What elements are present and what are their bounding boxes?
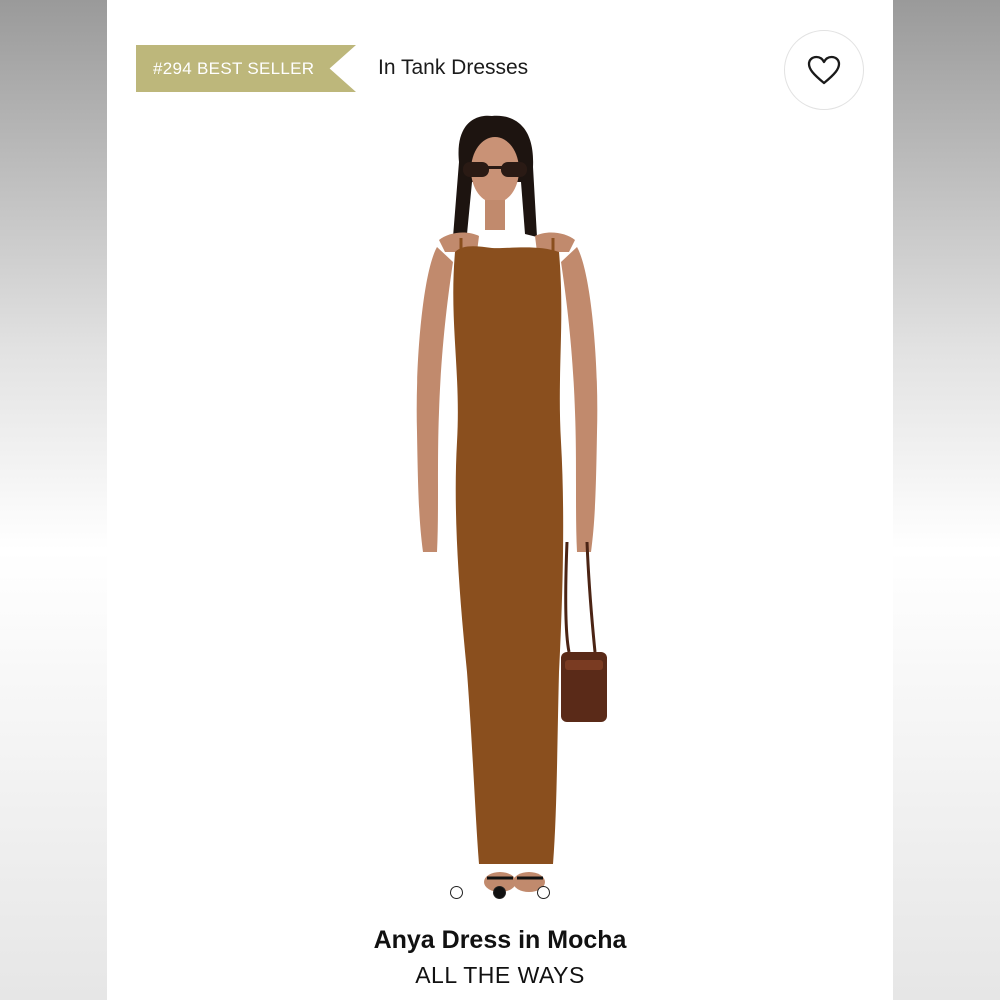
carousel-dot-active[interactable] xyxy=(493,886,506,899)
best-seller-label: #294 BEST SELLER xyxy=(153,58,315,78)
favorite-button[interactable] xyxy=(784,30,864,110)
category-link[interactable]: In Tank Dresses xyxy=(378,56,528,80)
product-title[interactable]: Anya Dress in Mocha xyxy=(107,926,893,955)
carousel-dot[interactable] xyxy=(450,886,463,899)
carousel-dot[interactable] xyxy=(537,886,550,899)
heart-outline-icon xyxy=(807,55,841,85)
left-backdrop xyxy=(0,0,107,1000)
product-photo[interactable] xyxy=(397,112,617,912)
best-seller-badge: #294 BEST SELLER xyxy=(136,45,356,92)
brand-name[interactable]: ALL THE WAYS xyxy=(107,962,893,989)
product-card: #294 BEST SELLER In Tank Dresses Anya Dr… xyxy=(107,0,893,1000)
carousel-indicator xyxy=(448,885,550,901)
right-backdrop xyxy=(893,0,1000,1000)
